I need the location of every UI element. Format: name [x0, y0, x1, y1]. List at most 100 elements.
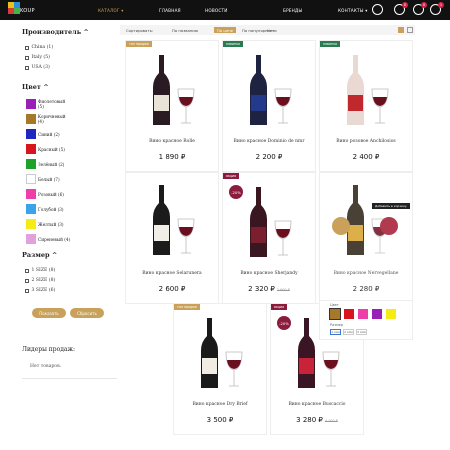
color-option[interactable]: Синий (2) — [22, 128, 72, 140]
color-swatch[interactable] — [26, 144, 36, 154]
product-name[interactable]: Вино красное Rolle — [126, 139, 218, 144]
product-card[interactable]: Вино красное Selarunera 2 600 ₽ — [125, 172, 219, 304]
product-name[interactable]: Вино красное Buscaccio — [271, 402, 363, 407]
size-filter-title[interactable]: Размер ^ — [22, 251, 57, 259]
compare-icon[interactable] — [332, 217, 350, 235]
product-price: 2 600 ₽ — [126, 285, 218, 293]
product-card[interactable]: акция -20% Вино красное Sherjandy 2 320 ₽2… — [222, 172, 316, 304]
sort-by-name[interactable]: По названию — [172, 28, 198, 33]
old-price: 2 900 ₽ — [276, 288, 290, 292]
discount-badge: -20% — [277, 316, 291, 330]
color-label: Голубой (3) — [38, 206, 64, 212]
manufacturer-filter-title[interactable]: Производитель ^ — [22, 28, 89, 36]
color-option[interactable]: Коричневый (4) — [22, 113, 72, 125]
hover-color-swatch[interactable] — [372, 309, 382, 319]
size-option-3[interactable]: 3 SIZE (6) — [25, 288, 55, 293]
product-image[interactable] — [148, 55, 200, 127]
checkbox[interactable] — [25, 55, 29, 60]
list-view-icon[interactable] — [407, 27, 413, 33]
color-swatch[interactable] — [26, 189, 36, 199]
product-name[interactable]: Вино красное Selarunera — [126, 271, 218, 276]
checkbox[interactable] — [25, 288, 29, 293]
size-option-1[interactable]: 1 SIZE (8) — [25, 268, 55, 273]
color-option[interactable]: Розовый (6) — [22, 188, 72, 200]
color-option[interactable]: Фиолетовый (5) — [22, 98, 72, 110]
product-card[interactable]: топ продаж Вино красное Dry Brief 3 500 ₽ — [173, 303, 267, 435]
show-button[interactable]: Показать — [32, 308, 66, 318]
color-swatch[interactable] — [26, 174, 36, 184]
color-swatch[interactable] — [26, 129, 36, 139]
grid-view-icon[interactable] — [398, 27, 404, 33]
nav-catalog[interactable]: КАТАЛОГ ▾ — [98, 0, 124, 20]
hover-color-swatch[interactable] — [386, 309, 396, 319]
product-tag: новинка — [320, 41, 340, 47]
manufacturer-option-china[interactable]: China (1) — [25, 45, 53, 50]
color-option[interactable]: Белый (7) — [22, 173, 72, 185]
color-swatch[interactable] — [26, 204, 36, 214]
product-image[interactable] — [196, 318, 248, 390]
product-name[interactable]: Вино красное Sherjandy — [223, 271, 315, 276]
price-value: 2 600 ₽ — [158, 285, 186, 293]
hover-size-option[interactable]: 1 size — [330, 329, 341, 335]
price-value: 1 890 ₽ — [158, 153, 186, 161]
old-price: 4 100 ₽ — [324, 419, 338, 423]
color-swatch[interactable] — [26, 219, 36, 229]
sort-by-price[interactable]: По цене — [214, 27, 237, 33]
price-value: 2 400 ₽ — [352, 153, 380, 161]
size-option-2[interactable]: 2 SIZE (8) — [25, 278, 55, 283]
product-card[interactable]: новинка Вино розовое Anchilosios 2 400 ₽ — [319, 40, 413, 172]
hover-color-swatch[interactable] — [344, 309, 354, 319]
reset-button[interactable]: Сбросить — [70, 308, 104, 318]
product-price: 2 320 ₽2 900 ₽ — [223, 285, 315, 293]
color-swatch[interactable] — [26, 99, 36, 109]
manufacturer-option-italy[interactable]: Italy (5) — [25, 55, 50, 60]
product-name[interactable]: Вино розовое Anchilosios — [320, 139, 412, 144]
color-option[interactable]: Зелёный (2) — [22, 158, 72, 170]
product-price: 1 890 ₽ — [126, 153, 218, 161]
hover-size-option[interactable]: 3 size — [356, 329, 367, 335]
product-image[interactable] — [148, 185, 200, 257]
hover-size-option[interactable]: 2 size — [343, 329, 354, 335]
sort-bar: Сортировать: По названию По цене По попу… — [120, 25, 415, 35]
color-swatch[interactable] — [26, 114, 36, 124]
product-image[interactable] — [245, 187, 297, 259]
nav-home[interactable]: ГЛАВНАЯ — [159, 0, 181, 20]
wish-count-badge: 0 — [421, 2, 427, 8]
color-label: Сиреневый (4) — [38, 236, 71, 242]
product-card[interactable]: Вино красное Nervegellane 2 280 ₽ Добавить… — [319, 172, 413, 304]
color-option[interactable]: Сиреневый (4) — [22, 233, 72, 245]
nav-contacts[interactable]: КОНТАКТЫ ▾ — [338, 0, 368, 20]
hover-color-swatch[interactable] — [358, 309, 368, 319]
product-price: 3 500 ₽ — [174, 416, 266, 424]
color-swatch[interactable] — [26, 159, 36, 169]
checkbox[interactable] — [25, 268, 29, 273]
product-image[interactable] — [342, 55, 394, 127]
user-icon[interactable] — [372, 4, 383, 15]
divider — [22, 378, 117, 379]
product-image[interactable] — [245, 55, 297, 127]
checkbox[interactable] — [25, 278, 29, 283]
sort-none[interactable]: Нет — [267, 28, 274, 33]
product-name[interactable]: Вино красное Dry Brief — [174, 402, 266, 407]
product-card[interactable]: топ продаж Вино красное Rolle 1 890 ₽ — [125, 40, 219, 172]
color-filter-title[interactable]: Цвет ^ — [22, 83, 49, 91]
product-card[interactable]: новинка Вино красное Dominio de nmr 2 200… — [222, 40, 316, 172]
hover-color-swatch[interactable] — [329, 308, 341, 320]
product-tag: топ продаж — [174, 304, 200, 310]
color-label: Зелёный (2) — [38, 161, 65, 167]
site-logo[interactable]: KOUP — [8, 2, 38, 19]
nav-brands[interactable]: БРЕНДЫ — [283, 0, 302, 20]
color-label: Белый (7) — [38, 176, 60, 182]
wishlist-icon[interactable] — [380, 217, 398, 235]
color-option[interactable]: Желтый (3) — [22, 218, 72, 230]
checkbox[interactable] — [25, 45, 29, 50]
color-swatch[interactable] — [26, 234, 36, 244]
checkbox[interactable] — [25, 65, 29, 70]
color-option[interactable]: Красный (5) — [22, 143, 72, 155]
hover-color-label: Цвет — [330, 303, 339, 307]
price-value: 2 200 ₽ — [255, 153, 283, 161]
nav-news[interactable]: НОВОСТИ — [205, 0, 228, 20]
manufacturer-option-usa[interactable]: USA (3) — [25, 65, 50, 70]
product-name[interactable]: Вино красное Dominio de nmr — [223, 139, 315, 144]
color-option[interactable]: Голубой (3) — [22, 203, 72, 215]
